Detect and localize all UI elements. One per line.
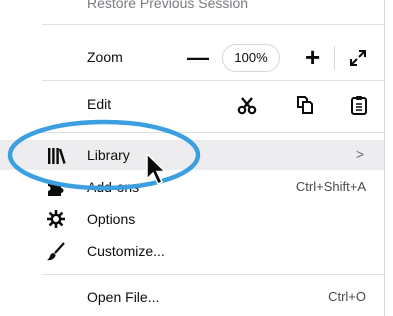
zoom-divider <box>334 46 335 70</box>
zoom-in-button[interactable]: + <box>305 44 320 70</box>
menu-item-open-file[interactable]: Open File... Ctrl+O <box>0 284 384 310</box>
open-file-label: Open File... <box>87 289 160 305</box>
separator <box>42 80 384 81</box>
addons-shortcut: Ctrl+Shift+A <box>295 179 366 194</box>
brush-icon <box>47 242 65 261</box>
separator <box>42 132 384 133</box>
scissors-icon[interactable] <box>236 94 258 116</box>
panel-border <box>384 0 385 316</box>
options-label: Options <box>87 211 136 227</box>
expand-icon[interactable] <box>348 48 368 68</box>
puzzle-icon <box>48 181 64 196</box>
library-label: Library <box>87 147 130 163</box>
customize-label: Customize... <box>87 243 165 259</box>
zoom-out-button[interactable]: — <box>187 47 209 69</box>
zoom-label: Zoom <box>87 49 123 65</box>
restore-session-label: Restore Previous Session <box>87 0 249 11</box>
copy-icon[interactable] <box>294 94 316 116</box>
edit-label: Edit <box>87 96 112 112</box>
gear-icon <box>47 210 65 228</box>
clipboard-icon[interactable] <box>348 94 370 116</box>
edit-controls: Edit <box>0 87 384 123</box>
menu-item-options[interactable]: Options <box>0 206 384 232</box>
open-file-shortcut: Ctrl+O <box>328 289 366 304</box>
chevron-right-icon: > <box>355 146 364 162</box>
addons-label: Add-ons <box>87 179 140 195</box>
zoom-reset-button[interactable]: 100% <box>222 44 280 72</box>
separator <box>42 274 384 275</box>
app-menu-panel: Restore Previous Session Zoom — 100% + E… <box>0 0 393 316</box>
menu-item-addons[interactable]: Add-ons Ctrl+Shift+A <box>0 174 384 200</box>
menu-item-restore-session[interactable]: Restore Previous Session <box>0 0 384 18</box>
library-icon <box>48 148 66 164</box>
menu-item-library[interactable]: Library > <box>0 140 384 170</box>
menu-item-customize[interactable]: Customize... <box>0 238 384 264</box>
separator <box>42 24 384 25</box>
zoom-controls: Zoom — 100% + <box>0 40 384 76</box>
